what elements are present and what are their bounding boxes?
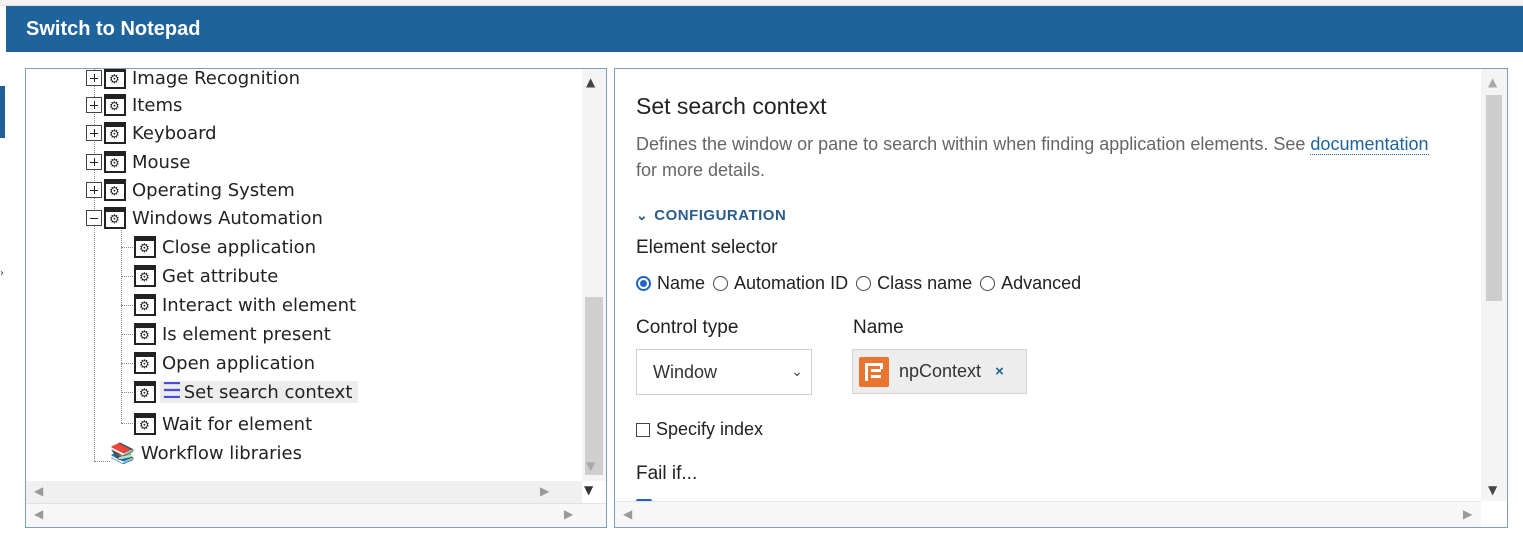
scroll-thumb[interactable] [585, 297, 603, 475]
tree-category-windows-automation[interactable]: ⚙ Windows Automation [86, 205, 329, 231]
scroll-right-arrow-icon[interactable]: ▶ [564, 507, 573, 521]
tree-category-mouse[interactable]: ⚙ Mouse [86, 149, 196, 175]
gear-window-icon: ⚙ [134, 236, 156, 258]
tree-category-items[interactable]: ⚙ Items [86, 92, 188, 118]
element-selector-radio-group: Name Automation ID Class name Advanced [636, 273, 1089, 294]
checkbox[interactable] [636, 422, 650, 437]
element-selector-label: Element selector [636, 237, 778, 258]
tree-guide [121, 363, 135, 364]
left-edge-caret-icon: › [0, 268, 4, 279]
tree-category-image-recognition[interactable]: ⚙ Image Recognition [86, 69, 306, 91]
scroll-left-arrow-icon[interactable]: ◀ [34, 484, 43, 498]
radio-name[interactable]: Name [636, 273, 705, 294]
scroll-right-arrow-icon[interactable]: ▶ [540, 484, 549, 498]
tree-guide [121, 392, 135, 393]
scroll-left-arrow-icon[interactable]: ◀ [34, 507, 43, 521]
control-type-label: Control type [636, 317, 739, 338]
specify-index-checkbox[interactable]: Specify index [636, 419, 763, 440]
details-description: Defines the window or pane to search wit… [636, 134, 1429, 180]
variable-icon [859, 356, 889, 387]
tree-action-set-search-context[interactable]: ⚙ ☰ Set search context [134, 379, 359, 405]
tree-action-close-application[interactable]: ⚙ Close application [134, 234, 322, 260]
panel-horizontal-scrollbar[interactable]: ◀ ▶ [26, 503, 606, 527]
name-label: Name [853, 317, 904, 338]
tree-category-operating-system[interactable]: ⚙ Operating System [86, 177, 301, 203]
radio-button[interactable] [856, 276, 872, 291]
checklist-icon: ☰ [162, 379, 182, 404]
details-title: Set search context [636, 93, 827, 119]
gear-window-icon: ⚙ [134, 413, 156, 435]
gear-window-icon: ⚙ [104, 179, 126, 201]
tree-guide [121, 423, 135, 424]
radio-button[interactable] [636, 276, 651, 291]
books-icon: 📚 [110, 441, 135, 465]
radio-automation-id[interactable]: Automation ID [713, 273, 848, 294]
tree-viewport: ⚙ Image Recognition ⚙ Items ⚙ Keyboard ⚙… [26, 69, 582, 481]
tree-action-is-element-present[interactable]: ⚙ Is element present [134, 321, 337, 347]
tree-guide [121, 305, 135, 306]
radio-advanced[interactable]: Advanced [980, 273, 1081, 294]
tree-category-keyboard[interactable]: ⚙ Keyboard [86, 120, 223, 146]
tree-guide [94, 461, 110, 462]
chevron-down-icon: ⌄ [791, 363, 803, 379]
control-type-select[interactable]: Window ⌄ [636, 349, 812, 395]
details-panel: Set search context Defines the window or… [614, 68, 1508, 528]
scroll-down-arrow-icon[interactable]: ▼ [1488, 483, 1497, 497]
documentation-link[interactable]: documentation [1310, 134, 1429, 155]
expand-icon[interactable] [86, 125, 102, 141]
gear-window-icon: ⚙ [104, 151, 126, 173]
expand-icon[interactable] [86, 154, 102, 170]
left-edge-mark [0, 86, 5, 138]
configuration-section-toggle[interactable]: ⌄ CONFIGURATION [636, 207, 786, 224]
scroll-left-arrow-icon[interactable]: ◀ [623, 507, 632, 521]
gear-window-icon: ⚙ [104, 122, 126, 144]
tree-horizontal-scrollbar[interactable]: ◀ ▶ [26, 481, 582, 503]
selected-row-label: ☰ Set search context [160, 379, 359, 404]
tree-panel: ⚙ Image Recognition ⚙ Items ⚙ Keyboard ⚙… [25, 68, 607, 528]
chevron-down-icon: ⌄ [636, 207, 649, 223]
window-title: Switch to Notepad [6, 6, 1523, 52]
scroll-up-arrow-icon[interactable]: ▲ [586, 75, 595, 89]
tree-guide [121, 276, 135, 277]
tree-action-interact-with-element[interactable]: ⚙ Interact with element [134, 292, 362, 318]
radio-button[interactable] [980, 276, 996, 291]
tree-workflow-libraries[interactable]: 📚 Workflow libraries [110, 440, 308, 466]
radio-class-name[interactable]: Class name [856, 273, 972, 294]
scroll-down-arrow-icon[interactable]: ▼ [584, 483, 593, 497]
scroll-right-arrow-icon[interactable]: ▶ [1463, 507, 1472, 521]
gear-window-icon: ⚙ [104, 207, 126, 229]
collapse-icon[interactable] [86, 210, 102, 226]
scroll-down-arrow-icon[interactable]: ▼ [586, 459, 595, 473]
details-horizontal-scrollbar[interactable]: ◀ ▶ [615, 501, 1481, 527]
scroll-up-arrow-icon[interactable]: ▲ [1488, 75, 1497, 89]
remove-chip-icon[interactable]: × [995, 363, 1004, 380]
expand-icon[interactable] [86, 97, 102, 113]
tree-guide [121, 334, 135, 335]
tree-vertical-scrollbar[interactable]: ▲ ▼ [582, 69, 606, 481]
fail-if-label: Fail if... [636, 463, 698, 484]
expand-icon[interactable] [86, 182, 102, 198]
radio-button[interactable] [713, 276, 729, 291]
tree-action-get-attribute[interactable]: ⚙ Get attribute [134, 263, 284, 289]
scroll-thumb[interactable] [1486, 95, 1502, 301]
gear-window-icon: ⚙ [134, 323, 156, 345]
gear-window-icon: ⚙ [104, 94, 126, 116]
details-vertical-scrollbar[interactable]: ▲ ▼ [1481, 69, 1507, 501]
name-variable-chip[interactable]: npContext × [852, 349, 1027, 394]
gear-window-icon: ⚙ [134, 352, 156, 374]
tree-guide [121, 227, 122, 423]
gear-window-icon: ⚙ [104, 69, 126, 89]
gear-window-icon: ⚙ [134, 265, 156, 287]
gear-window-icon: ⚙ [134, 294, 156, 316]
tree-action-open-application[interactable]: ⚙ Open application [134, 350, 321, 376]
expand-icon[interactable] [86, 70, 102, 86]
tree-action-wait-for-element[interactable]: ⚙ Wait for element [134, 411, 318, 437]
gear-window-icon: ⚙ [134, 381, 156, 403]
details-content: Set search context Defines the window or… [615, 69, 1481, 501]
tree-guide [121, 247, 135, 248]
